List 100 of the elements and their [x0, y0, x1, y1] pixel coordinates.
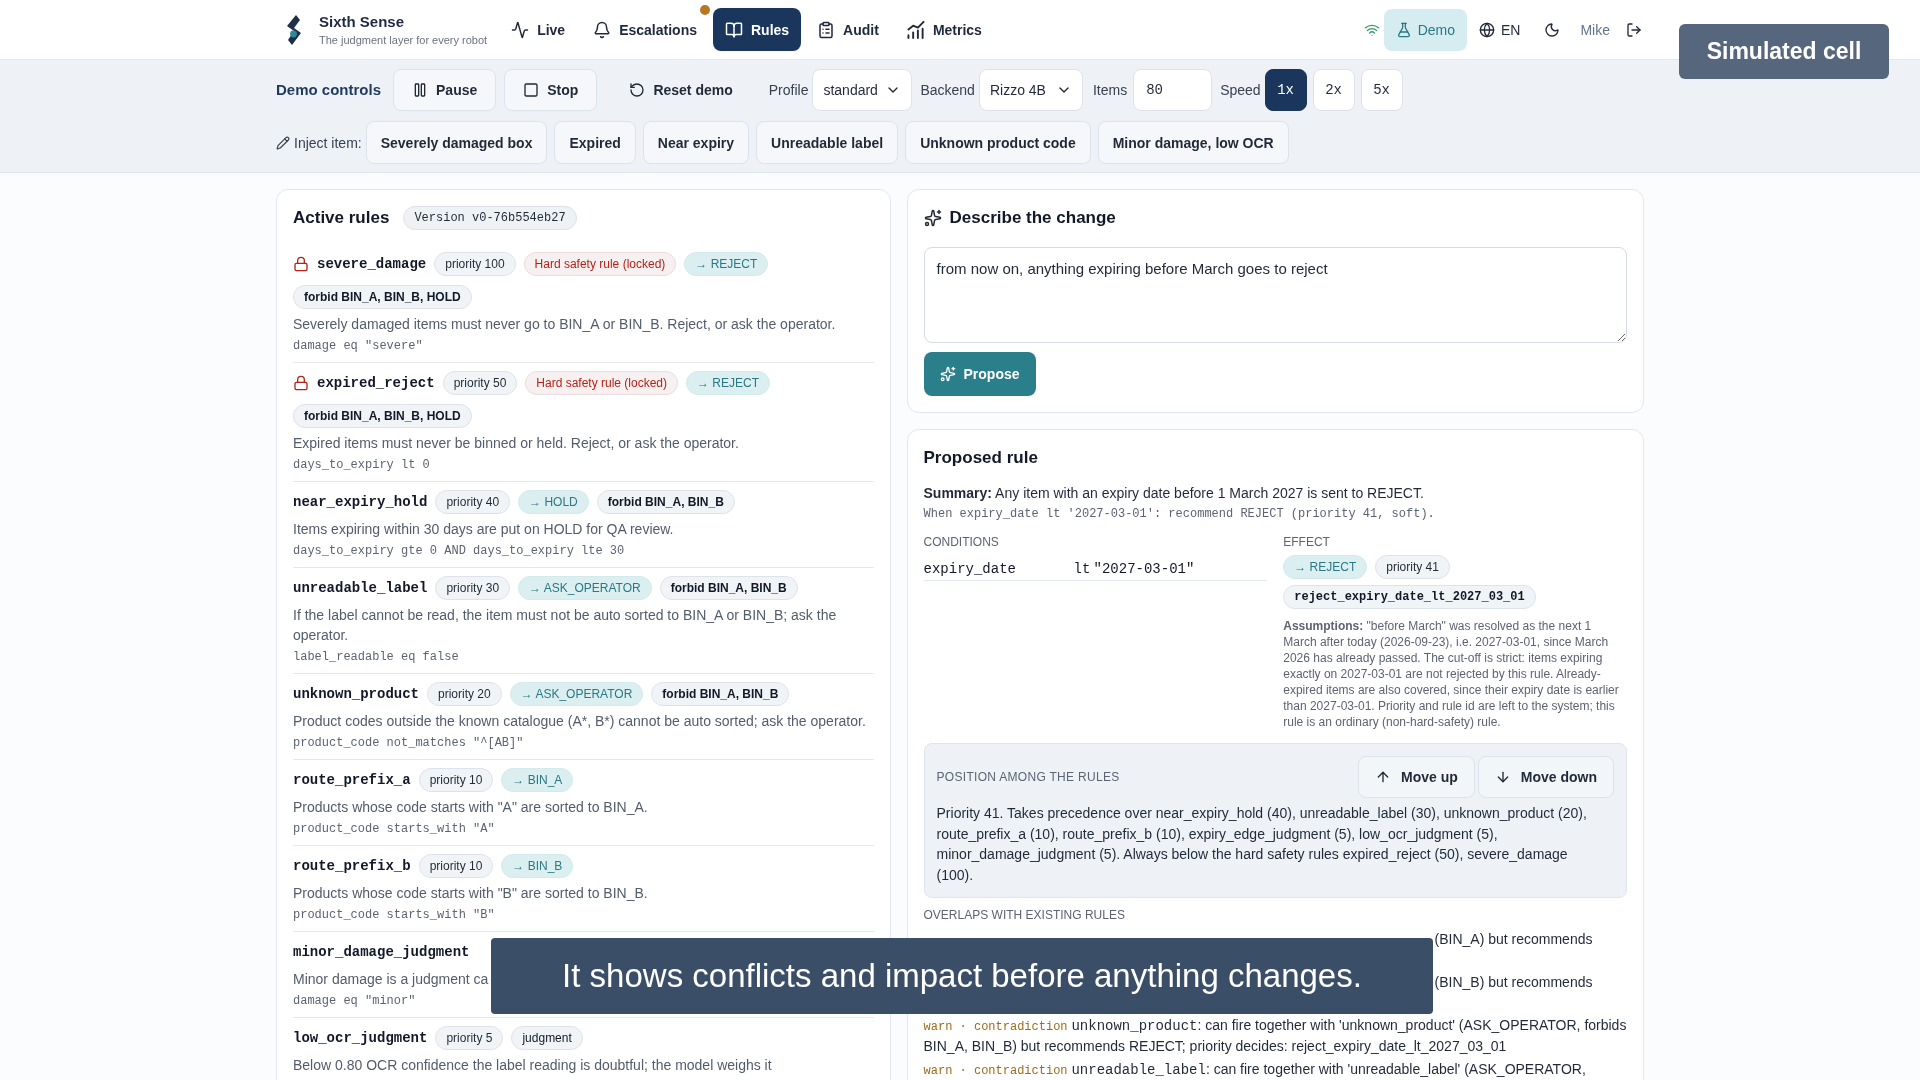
inject-item-button[interactable]: Near expiry — [642, 121, 750, 164]
overlap-warning: (BIN_A) but recommends — [1434, 930, 1593, 949]
items-label: Items — [1092, 81, 1128, 100]
rule-condition: days_to_expiry lt 0 — [293, 457, 430, 474]
priority-tag: priority 10 — [418, 768, 494, 792]
assumptions-text: Assumptions: "before March" was resolved as the next 1 March after today (2026-09-23), i.e. 2027-03-01, since March 2026 has already passed. The cut-off is strict: items expiring exactly on 2027-03-01 are not rejected by this rule. Already-expired items are also covered, since their expiry date is earlier than 2027-03-01. Priority and rule id are left to the system; this rule is an ordinary (non-hard-safety) rule. — [1283, 618, 1620, 730]
backend-select[interactable]: Rizzo 4B — [978, 69, 1083, 111]
pulse-icon — [511, 20, 530, 39]
forbid-tag: forbid BIN_A, BIN_B — [596, 490, 735, 514]
inject-item-button[interactable]: Unreadable label — [756, 121, 899, 164]
video-caption: It shows conflicts and impact before anything changes. — [491, 938, 1433, 1014]
rule-condition: product_code not_matches "^[AB]" — [293, 735, 524, 752]
action-tag: → ASK_OPERATOR — [518, 576, 652, 600]
change-input[interactable]: from now on, anything expiring before March goes to reject — [923, 247, 1627, 343]
rule-id-tag: reject_expiry_date_lt_2027_03_01 — [1283, 585, 1536, 609]
rule-summary: Summary: Any item with an expiry date before 1 March 2027 is sent to REJECT. — [923, 484, 1425, 503]
forbid-tag: forbid BIN_A, BIN_B — [659, 576, 798, 600]
speed-option[interactable]: 5x — [1360, 69, 1403, 111]
globe-icon — [1479, 21, 1495, 38]
nav-tab[interactable]: Audit — [805, 8, 891, 51]
condition-value: "2027-03-01" — [1093, 559, 1195, 579]
rule-description: Products whose code starts with "B" are sorted to BIN_B. — [293, 884, 648, 903]
sparkle-icon — [939, 366, 956, 382]
moon-icon — [1544, 21, 1561, 38]
priority-tag: priority 40 — [435, 490, 511, 514]
pencil-icon — [276, 135, 290, 150]
nav-tab[interactable]: Escalations — [581, 8, 709, 51]
priority-tag: priority 41 — [1375, 555, 1450, 579]
profile-select[interactable]: standard — [812, 69, 913, 111]
nav-tab[interactable]: Rules — [713, 8, 802, 51]
position-text: Priority 41. Takes precedence over near_expiry_hold (40), unreadable_label (30), unknown_product (20), route_prefix_a (10), route_prefix_b (10), expiry_edge_judgment (5), low_ocr_judgment (5), minor_damage_judgment (5). Always below the hard safety rules expired_reject (50), severe_damage (100). — [936, 804, 1588, 885]
rule-name: near_expiry_hold — [293, 493, 428, 512]
rule-name: severe_damage — [317, 255, 427, 274]
priority-tag: priority 20 — [427, 682, 502, 706]
reset-button[interactable]: Reset demo — [617, 69, 745, 111]
conditions-label: CONDITIONS — [923, 534, 1000, 550]
rule-name: route_prefix_b — [293, 857, 411, 876]
language-button[interactable]: EN — [1475, 19, 1525, 40]
rule-description: Below 0.80 OCR confidence the label reading is doubtful; the model weighs it — [293, 1056, 772, 1075]
rule-description: Severely damaged items must never go to BIN_A or BIN_B. Reject, or ask the operator. — [293, 315, 836, 334]
rule-name: low_ocr_judgment — [293, 1029, 428, 1048]
bell-icon — [593, 20, 612, 39]
action-tag: → HOLD — [518, 490, 589, 514]
forbid-tag: forbid BIN_A, BIN_B, HOLD — [293, 285, 472, 309]
rule-condition: product_code starts_with "B" — [293, 907, 495, 924]
rule-description: Expired items must never be binned or held. Reject, or ask the operator. — [293, 434, 739, 453]
inject-label: Inject item: — [294, 133, 362, 153]
panel-title: Active rules — [293, 207, 390, 230]
book-icon — [725, 20, 743, 39]
rule-name: expired_reject — [317, 374, 435, 393]
forbid-tag: forbid BIN_A, BIN_B — [651, 682, 790, 706]
demo-mode-toggle[interactable]: Demo — [1383, 8, 1467, 51]
condition-field: expiry_date — [923, 558, 1074, 579]
speed-option[interactable]: 1x — [1264, 69, 1307, 111]
judgment-tag: judgment — [511, 1026, 583, 1050]
panel-title: Describe the change — [949, 207, 1116, 230]
demo-controls-label: Demo controls — [276, 79, 381, 100]
speed-option[interactable]: 2x — [1312, 69, 1355, 111]
condition-operator: lt — [1073, 559, 1092, 579]
inject-item-button[interactable]: Unknown product code — [905, 121, 1091, 164]
rule-condition: damage eq "minor" — [293, 993, 416, 1010]
position-label: POSITION AMONG THE RULES — [936, 769, 1120, 785]
rule-condition: label_readable eq false — [293, 649, 459, 666]
action-tag: → REJECT — [686, 371, 771, 395]
inject-item-button[interactable]: Expired — [554, 121, 636, 164]
move-up-button[interactable]: Move up — [1357, 756, 1475, 798]
inject-item-button[interactable]: Severely damaged box — [365, 121, 548, 164]
action-tag: → REJECT — [684, 252, 769, 276]
nav-tab[interactable]: Metrics — [894, 8, 994, 51]
brand-tagline: The judgment layer for every robot — [319, 32, 488, 48]
rule-name: minor_damage_judgment — [293, 943, 470, 962]
stop-button[interactable]: Stop — [504, 69, 598, 111]
nav-tab[interactable]: Live — [499, 8, 578, 51]
priority-tag: priority 5 — [435, 1026, 504, 1050]
action-tag: → ASK_OPERATOR — [509, 682, 644, 706]
action-tag: → REJECT — [1283, 555, 1368, 579]
propose-button[interactable]: Propose — [923, 352, 1036, 396]
effect-label: EFFECT — [1283, 534, 1331, 550]
version-tag: Version v0-76b554eb27 — [403, 206, 577, 230]
safety-tag: Hard safety rule (locked) — [525, 371, 679, 395]
rule-name: unknown_product — [293, 685, 420, 704]
profile-label: Profile — [768, 81, 809, 100]
overlay-label: Simulated cell — [1679, 24, 1889, 79]
sparkle-icon — [923, 209, 942, 227]
priority-tag: priority 30 — [435, 576, 511, 600]
overlap-warning: (BIN_B) but recommends — [1434, 973, 1593, 992]
overlaps-label: OVERLAPS WITH EXISTING RULES — [923, 907, 1126, 923]
pause-button[interactable]: Pause — [393, 69, 497, 111]
action-tag: → BIN_B — [501, 854, 574, 878]
flask-icon — [1395, 21, 1412, 38]
priority-tag: priority 10 — [418, 854, 494, 878]
logout-icon — [1626, 21, 1642, 38]
inject-item-button[interactable]: Minor damage, low OCR — [1097, 121, 1289, 164]
rule-name: unreadable_label — [293, 579, 428, 598]
forbid-tag: forbid BIN_A, BIN_B, HOLD — [293, 404, 472, 428]
user-name: Mike — [1580, 20, 1610, 40]
priority-tag: priority 100 — [434, 252, 516, 276]
items-input[interactable]: 80 — [1133, 69, 1213, 111]
rule-condition: days_to_expiry gte 0 AND days_to_expiry lte 30 — [293, 543, 625, 560]
move-down-button[interactable]: Move down — [1477, 756, 1614, 798]
